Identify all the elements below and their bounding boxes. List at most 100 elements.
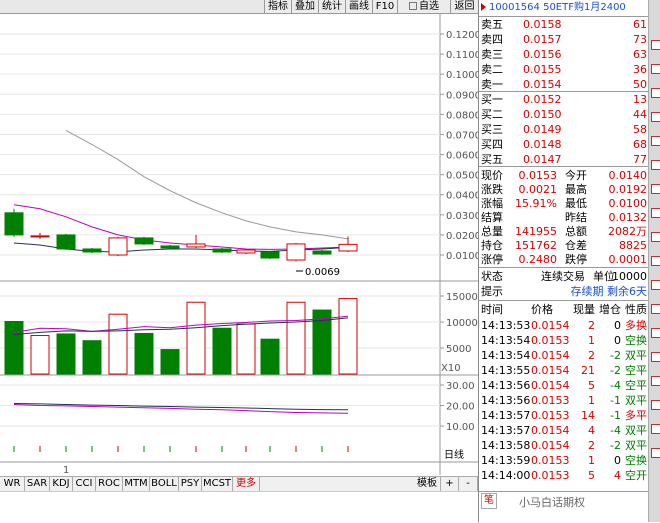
side-tool-icon[interactable] — [651, 304, 660, 314]
ask-row[interactable]: 卖三 0.0156 63 — [479, 47, 649, 62]
bid-row[interactable]: 买一 0.0152 13 — [479, 92, 649, 107]
side-tool-icon[interactable] — [651, 40, 660, 50]
bid-row[interactable]: 买三 0.0149 58 — [479, 122, 649, 137]
trade-time: 14:13:54 — [481, 349, 531, 362]
zoom-out-button[interactable]: - — [459, 477, 478, 491]
bid-price: 0.0152 — [523, 93, 562, 106]
low-price-label: 0.0069 — [305, 267, 340, 278]
side-tool-icon[interactable] — [651, 256, 660, 266]
trade-time: 14:14:00 — [481, 469, 531, 482]
tab-mtm[interactable]: MTM — [123, 477, 150, 491]
contract-title: 10001564 50ETF购1月2400 — [479, 0, 649, 15]
tab-psy[interactable]: PSY — [179, 477, 202, 491]
side-tool-icon[interactable] — [651, 424, 660, 434]
trade-row: 14:13:57 0.0153 14 -1 多平 — [479, 408, 649, 423]
zoom-in-button[interactable]: + — [441, 477, 459, 491]
indicator-button[interactable]: 指标 — [264, 0, 291, 13]
ask-row[interactable]: 卖五 0.0158 61 — [479, 17, 649, 32]
side-tool-icon[interactable] — [651, 88, 660, 98]
tab-roc[interactable]: ROC — [96, 477, 123, 491]
volume-bar — [56, 333, 76, 375]
tab-mcst[interactable]: MCST — [202, 477, 233, 491]
candle-body — [160, 245, 180, 249]
quote-value: 141955 — [515, 225, 557, 238]
trades-header: 时间 价格 现量 增仓 性质 — [481, 303, 647, 316]
quote-label: 涨幅 — [481, 197, 503, 210]
template-button[interactable]: 模板 — [414, 477, 441, 491]
side-tool-icon[interactable] — [651, 136, 660, 146]
ask-row[interactable]: 卖四 0.0157 73 — [479, 32, 649, 47]
trade-volume: 5 — [588, 469, 595, 482]
f10-button[interactable]: F10 — [372, 0, 397, 13]
quote-row: 涨幅 15.91% 最低 0.0100 — [479, 196, 649, 211]
side-tool-icon[interactable] — [651, 448, 660, 458]
trade-row: 14:13:56 0.0153 1 -1 双平 — [479, 393, 649, 408]
side-tool-icon[interactable] — [651, 352, 660, 362]
watchlist-button[interactable]: 自选 — [397, 0, 450, 13]
trade-oi-change: -1 — [610, 394, 621, 407]
quote-label: 跌停 — [565, 253, 587, 266]
back-button[interactable]: 返回 — [450, 0, 478, 13]
ask-row[interactable]: 卖一 0.0154 50 — [479, 77, 649, 92]
ask-row[interactable]: 卖二 0.0155 36 — [479, 62, 649, 77]
bid-row[interactable]: 买二 0.0150 44 — [479, 107, 649, 122]
ask-volume: 50 — [633, 78, 647, 91]
trade-row: 14:13:57 0.0154 4 -4 双平 — [479, 423, 649, 438]
quote-label: 最高 — [565, 183, 587, 196]
candle-body — [260, 251, 280, 259]
side-tool-icon[interactable] — [651, 208, 660, 218]
bid-price: 0.0147 — [523, 153, 562, 166]
indicator-tick-label: 30.00 — [446, 381, 475, 392]
ma-gray-line — [65, 129, 349, 240]
draw-line-button[interactable]: 画线 — [345, 0, 372, 13]
side-tool-icon[interactable] — [651, 400, 660, 410]
candle-body — [236, 249, 256, 254]
tab-more[interactable]: 更多 — [233, 477, 260, 491]
quote-label: 结算 — [481, 211, 503, 224]
trade-row: 14:13:53 0.0154 2 0 多换 — [479, 318, 649, 333]
trade-oi-change: -4 — [610, 424, 621, 437]
bid-row[interactable]: 买五 0.0147 77 — [479, 152, 649, 167]
volume-bar — [160, 349, 180, 375]
quote-label: 现价 — [481, 169, 503, 182]
kline-chart[interactable]: 0.1200 0.1100 0.1000 0.0900 0.0800 0.0700 0.06… — [0, 13, 481, 478]
price-tick-label: 0.0300 — [446, 211, 478, 222]
volume-unit-label: X10 — [441, 363, 461, 374]
candle-body — [134, 237, 154, 245]
chart-canvas: 0.1200 0.1100 0.1000 0.0900 0.0800 0.0700 0.06… — [0, 13, 481, 476]
overlay-button[interactable]: 叠加 — [291, 0, 318, 13]
stats-button[interactable]: 统计 — [318, 0, 345, 13]
side-tool-icon[interactable] — [651, 112, 660, 122]
tab-kdj[interactable]: KDJ — [50, 477, 73, 491]
side-tool-icon[interactable] — [651, 280, 660, 290]
side-tool-icon[interactable] — [651, 328, 660, 338]
side-tool-icon[interactable] — [651, 232, 660, 242]
trade-volume: 2 — [588, 439, 595, 452]
side-tool-icon[interactable] — [651, 184, 660, 194]
quote-row: 持仓 151762 仓差 8825 — [479, 238, 649, 253]
watchlist-checkbox-icon — [409, 2, 417, 10]
quote-panel: 10001564 50ETF购1月2400 卖五 0.0158 61 卖四 0.0157… — [478, 0, 649, 522]
side-tool-icon[interactable] — [651, 160, 660, 170]
tab-boll[interactable]: BOLL — [150, 477, 179, 491]
trade-nature: 空开 — [625, 469, 647, 482]
tick-tab[interactable]: 笔 — [481, 493, 497, 509]
rank-label[interactable]: 日线 — [444, 449, 478, 462]
bid-label: 买四 — [481, 138, 503, 151]
trade-volume: 1 — [588, 454, 595, 467]
ask-label: 卖三 — [481, 48, 503, 61]
ask-price: 0.0157 — [523, 33, 562, 46]
price-tick-label: 0.0600 — [446, 151, 478, 162]
side-tool-icon[interactable] — [651, 64, 660, 74]
trade-time: 14:13:57 — [481, 424, 531, 437]
tab-cci[interactable]: CCI — [73, 477, 96, 491]
bid-volume: 77 — [633, 153, 647, 166]
side-tool-icon[interactable] — [651, 376, 660, 386]
bid-row[interactable]: 买四 0.0148 68 — [479, 137, 649, 152]
tab-wr[interactable]: WR — [0, 477, 25, 491]
candle-body — [108, 237, 128, 256]
ask-volume: 61 — [633, 18, 647, 31]
volume-bar — [212, 327, 232, 375]
quote-label: 昨结 — [565, 211, 587, 224]
tab-sar[interactable]: SAR — [25, 477, 50, 491]
